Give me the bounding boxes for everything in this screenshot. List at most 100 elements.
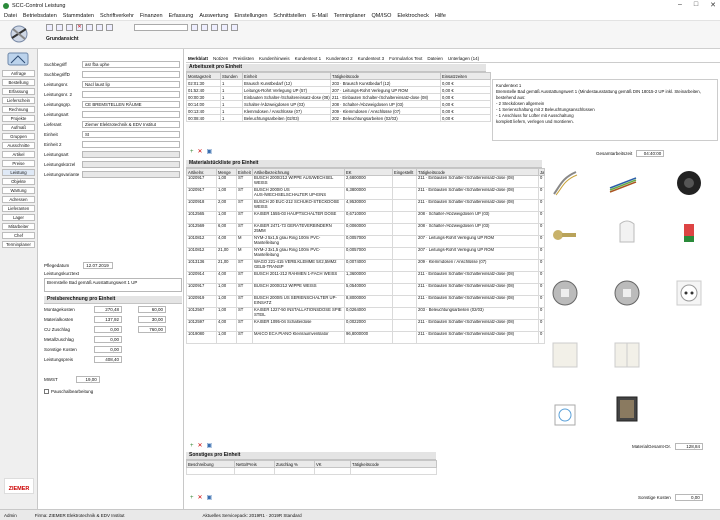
sidebar-item-gruppen[interactable]: Gruppen	[2, 133, 35, 140]
table-row[interactable]: 1019080 1,00 ST MAICO ECA PIANO Kleinraumve…	[186, 331, 545, 344]
add-material-icon[interactable]: +	[190, 443, 194, 449]
copy-icon[interactable]	[66, 24, 73, 31]
menu-einstellungen[interactable]: Einstellungen	[234, 13, 267, 19]
pricing-value[interactable]: 0,00	[94, 346, 122, 353]
table-row[interactable]: 02:01:30 1 Brausch Kunstbedarf (12) 203 · B…	[186, 79, 491, 87]
column-header[interactable]: Tätigkeitscode	[330, 72, 441, 80]
column-header[interactable]: Montagezeit	[186, 72, 221, 80]
sidebar-item-aufma-[interactable]: Aufmaß	[2, 124, 35, 131]
menu-elektrocheck[interactable]: Elektrocheck	[397, 13, 429, 19]
maximize-button[interactable]: □	[694, 1, 698, 9]
field-input[interactable]: asr fba uphe	[82, 60, 180, 68]
pricing-value[interactable]: 0,00	[94, 326, 122, 333]
table-row[interactable]: 1012565 1,00 ST KAISER 1555-03 HAUPTSCHALTE…	[186, 211, 545, 224]
table-row[interactable]: 1020917 1,00 ST BUSCH 2000/212 WIPPE AUS/WE…	[186, 175, 545, 188]
date-field[interactable]: 12.07.2019	[83, 262, 114, 269]
sidebar-item-bestellung[interactable]: Bestellung	[2, 79, 35, 86]
new-icon[interactable]	[56, 24, 63, 31]
tab-kundentext-1[interactable]: Kundentext 1	[295, 56, 322, 61]
mwst-field[interactable]: 19,00	[75, 376, 100, 383]
tab-dateien[interactable]: Dateien	[427, 56, 443, 61]
save-icon[interactable]	[86, 24, 93, 31]
save-row-icon[interactable]: ▣	[207, 148, 213, 155]
menu-email[interactable]: E-Mail	[312, 13, 328, 19]
column-header[interactable]: Artikelbezeichnung	[252, 168, 345, 176]
field-input[interactable]	[82, 160, 180, 168]
field-input[interactable]	[82, 170, 180, 178]
sidebar-item-artikel[interactable]: Artikel	[2, 151, 35, 158]
sidebar-item-objekte[interactable]: Objekte	[2, 178, 35, 185]
prev-icon[interactable]	[211, 24, 218, 31]
save-material-icon[interactable]: ▣	[207, 442, 213, 449]
menu-schriftverkehr[interactable]: Schriftverkehr	[100, 13, 134, 19]
column-header[interactable]: Artikelnr.	[186, 168, 217, 176]
sidebar-item-lieferschein[interactable]: Lieferschein	[2, 97, 35, 104]
sidebar-item-lieferanten[interactable]: Lieferanten	[2, 205, 35, 212]
menu-betriebsdaten[interactable]: Betriebsdaten	[23, 13, 57, 19]
tab-notizen[interactable]: Notizen	[213, 56, 228, 61]
sidebar-item-preise[interactable]: Preise	[2, 160, 35, 167]
tab-formularlos-text[interactable]: Formularlos Text	[389, 56, 422, 61]
table-row[interactable]: 1020917 1,00 ST BUSCH 2000/212 WIPPE WEISS 5…	[186, 283, 545, 296]
field-input[interactable]	[82, 150, 180, 158]
tab-merkblatt[interactable]: Merkblatt	[188, 56, 208, 61]
last-icon[interactable]	[231, 24, 238, 31]
table-row[interactable]: 00:13:40 1 Klemmdosen / Anschlüsse (07) 209…	[186, 107, 491, 115]
sidebar-item-adressen[interactable]: Adressen	[2, 196, 35, 203]
filter-icon[interactable]	[191, 24, 198, 31]
field-input[interactable]	[82, 70, 180, 78]
column-header[interactable]: Netto/Preis	[234, 460, 275, 468]
column-header[interactable]: Tätigkeitscode	[350, 460, 437, 468]
tab-preislisten[interactable]: Preislisten	[233, 56, 254, 61]
table-row[interactable]: 00:14:00 1 Schalter-/Abzweigdosen UP (03) 2…	[186, 100, 491, 108]
pricing-value[interactable]: 0,00	[94, 336, 122, 343]
table-row[interactable]: 1012597 4,00 ST KAISER 1095-04 Schalterdose…	[186, 319, 545, 332]
column-header[interactable]: EK	[344, 168, 393, 176]
next-icon[interactable]	[221, 24, 228, 31]
search-icon[interactable]	[106, 24, 113, 31]
table-row[interactable]: 1012567 1,00 ST KAISER 1227-50 INSTALLATION…	[186, 307, 545, 320]
column-header[interactable]: Einsatzzeiten	[440, 72, 491, 80]
table-row[interactable]: 1010812 21,00 M NYM-J 3x1,5 grau Ring 100m …	[186, 247, 545, 260]
table-row[interactable]: 1010812 4,00 M NYM-J 5x1,5 grau Ring 100m P…	[186, 235, 545, 248]
print-icon[interactable]	[96, 24, 103, 31]
table-row[interactable]: 1013136 21,00 ST WAGO 221-415 VERB.KLEMME 5…	[186, 259, 545, 272]
table-row[interactable]: 1020917 1,00 ST BUSCH 2000/0 US AUS-/WECHSE…	[186, 187, 545, 200]
first-icon[interactable]	[201, 24, 208, 31]
field-input[interactable]: St	[82, 130, 180, 138]
remove-material-icon[interactable]: ✕	[198, 442, 203, 449]
field-input[interactable]: Ziemer Elektrotechnik & EDV Institut	[82, 120, 180, 128]
table-row[interactable]: 1020918 2,00 ST BUSCH 20 EUC-212 SCHUKO-STE…	[186, 199, 545, 212]
pricing-value[interactable]: 408,40	[94, 356, 122, 363]
sidebar-item-wartung[interactable]: Wartung	[2, 187, 35, 194]
menu-schnittstellen[interactable]: Schnittstellen	[273, 13, 306, 19]
save-sonstiges-icon[interactable]: ▣	[207, 494, 213, 501]
pauschal-checkbox[interactable]	[44, 389, 49, 394]
table-row[interactable]: 1012569 6,00 ST KAISER 2471-73 GERÄTEVERBIN…	[186, 223, 545, 236]
add-sonstiges-icon[interactable]: +	[190, 495, 194, 501]
menu-terminplaner[interactable]: Terminplaner	[334, 13, 366, 19]
table-row[interactable]: 1020914 4,00 ST BUSCH 2011-212 RAHMEN 1-FAC…	[186, 271, 545, 284]
minimize-button[interactable]: –	[678, 1, 682, 9]
tab-kundentext-2[interactable]: Kundentext 2	[326, 56, 353, 61]
table-row[interactable]: 00:00:30 1 Einbauten Schalter-/Schalterein…	[186, 93, 491, 101]
tab-kundentext-3[interactable]: Kundentext 3	[358, 56, 385, 61]
sidebar-item-projekte[interactable]: Projekte	[2, 115, 35, 122]
column-header[interactable]: Tätigkeitscode	[416, 168, 539, 176]
menu-stammdaten[interactable]: Stammdaten	[63, 13, 94, 19]
field-input[interactable]: CE BREMSTELLEN RÄUME	[82, 100, 180, 108]
column-header[interactable]: Beschreibung	[186, 460, 235, 468]
sidebar-item-anfrage[interactable]: Anfrage	[2, 70, 35, 77]
sidebar-item-terminplaner[interactable]: Terminplaner	[2, 241, 35, 248]
field-input[interactable]	[82, 110, 180, 118]
menu-hilfe[interactable]: Hilfe	[435, 13, 446, 19]
add-icon[interactable]: +	[190, 149, 194, 155]
sidebar-item-erfassung[interactable]: Erfassung	[2, 88, 35, 95]
sidebar-item-chef[interactable]: Chef	[2, 232, 35, 239]
pricing-percent[interactable]: 30,00	[138, 316, 166, 323]
kundentext-box[interactable]: Kundentext 1 Bremstelle Bad gemäß Ausstat…	[492, 79, 718, 141]
sidebar-item-mitarbeiter[interactable]: Mitarbeiter	[2, 223, 35, 230]
column-header[interactable]: VK	[314, 460, 351, 468]
column-header[interactable]: Stunden	[220, 72, 243, 80]
field-input[interactable]	[82, 90, 180, 98]
